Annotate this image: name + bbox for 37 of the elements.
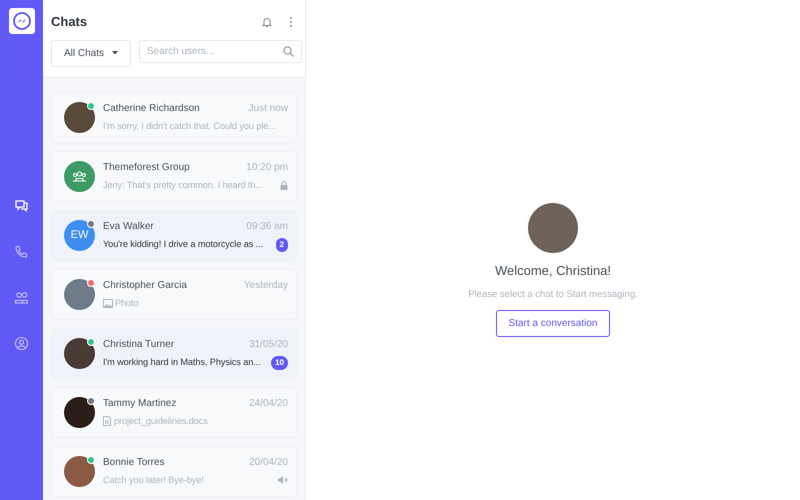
chat-item[interactable]: Christina Turner 31/05/20 I'm working hard in Maths, Physics an... 10 bbox=[51, 328, 297, 378]
chat-item[interactable]: Bonnie Torres 20/04/20 Catch you later! Bye-bye! bbox=[51, 446, 297, 496]
contact-name: Bonnie Torres bbox=[103, 456, 165, 470]
filter-dropdown[interactable]: All Chats bbox=[51, 40, 132, 66]
contact-name: Christopher Garcia bbox=[103, 278, 187, 293]
message-time: 10:20 pm bbox=[246, 160, 288, 175]
contact-name: Themeforest Group bbox=[103, 160, 190, 175]
message-time: Just now bbox=[248, 102, 288, 116]
contact-name: Eva Walker bbox=[103, 220, 154, 234]
unread-count-badge: 10 bbox=[271, 356, 288, 370]
message-preview: Jeny: That's pretty common. I heard th... bbox=[103, 178, 263, 192]
chat-item[interactable]: Tammy Martinez 24/04/20 project_guidelines.docs bbox=[51, 386, 297, 438]
unread-count-badge: 2 bbox=[276, 238, 288, 252]
start-conversation-button[interactable]: Start a conversation bbox=[496, 310, 610, 338]
message-time: 20/04/20 bbox=[249, 456, 288, 470]
welcome-subtitle: Please select a chat to Start messaging. bbox=[468, 288, 638, 302]
chat-item[interactable]: Christopher Garcia Yesterday Photo bbox=[51, 268, 297, 320]
panel-title: Chats bbox=[51, 13, 88, 31]
contact-name: Tammy Martinez bbox=[103, 396, 176, 411]
welcome-title: Welcome, Christina! bbox=[494, 262, 612, 280]
message-preview: You're kidding! I drive a motorcycle as ... bbox=[103, 238, 264, 251]
message-time: 24/04/20 bbox=[249, 396, 288, 411]
attachment-name: Photo bbox=[115, 296, 139, 310]
search-field[interactable]: Search users... bbox=[139, 40, 302, 62]
avatar-initials: EW bbox=[64, 220, 95, 250]
message-preview: I'm sorry, I didn't catch that. Could you ple... bbox=[103, 120, 276, 133]
chat-item[interactable]: Themeforest Group 10:20 pm Jeny: That's pretty common. I heard th... bbox=[51, 150, 297, 202]
message-preview: Catch you later! Bye-bye! bbox=[103, 474, 204, 487]
message-time: 09:36 am bbox=[246, 220, 288, 234]
chat-item[interactable]: Catherine Richardson Just now I'm sorry, I didn't catch that. Could you ple... bbox=[51, 92, 297, 142]
contact-name: Christina Turner bbox=[103, 338, 174, 352]
chat-item[interactable]: EW Eva Walker 09:36 am You're kidding! I drive a motorcycle as ... 2 bbox=[51, 210, 297, 260]
attachment-name: project_guidelines.docs bbox=[114, 414, 208, 428]
message-preview: I'm working hard in Maths, Physics an... bbox=[103, 356, 261, 369]
message-time: Yesterday bbox=[244, 278, 288, 293]
contact-name: Catherine Richardson bbox=[103, 102, 200, 116]
message-time: 31/05/20 bbox=[249, 338, 288, 352]
